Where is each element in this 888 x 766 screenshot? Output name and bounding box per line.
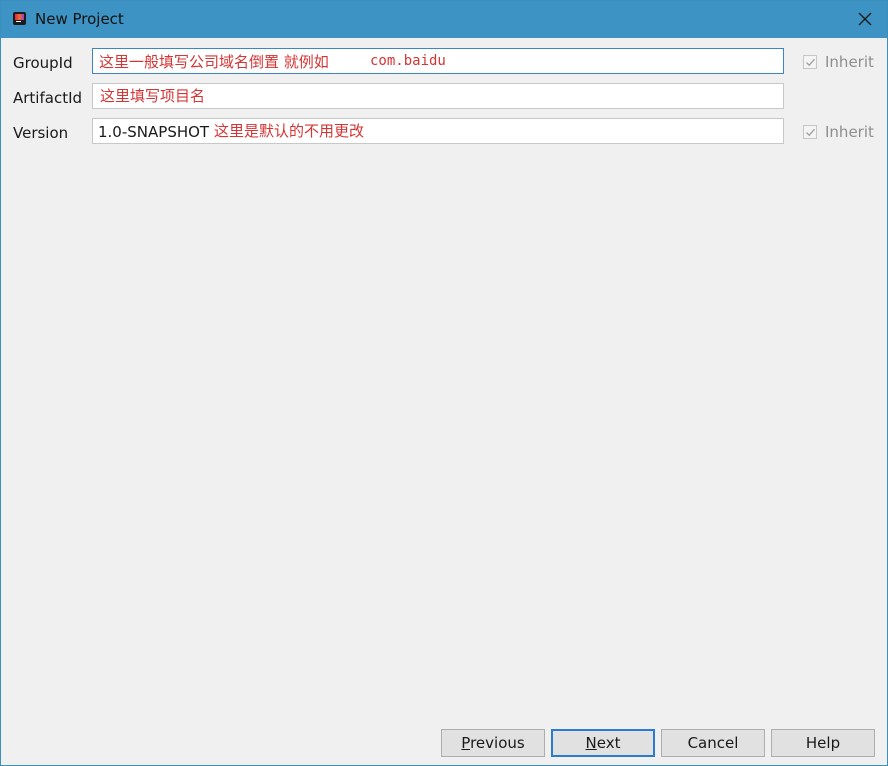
checkmark-icon	[806, 128, 816, 137]
groupid-inherit-checkbox[interactable]: Inherit	[803, 53, 874, 71]
groupid-label: GroupId	[13, 54, 73, 72]
version-row: Version 1.0-SNAPSHOT 这里是默认的不用更改 Inherit	[1, 118, 887, 146]
checkmark-icon	[806, 58, 816, 67]
version-inherit-checkbox[interactable]: Inherit	[803, 123, 874, 141]
version-annotation: 这里是默认的不用更改	[214, 122, 365, 140]
checkbox-box	[803, 125, 817, 139]
cancel-button[interactable]: Cancel	[661, 729, 765, 757]
groupid-annotation-code: com.baidu	[370, 53, 446, 69]
previous-button[interactable]: Previous	[441, 729, 545, 757]
intellij-idea-icon	[13, 12, 26, 25]
dialog-buttons: Previous Next Cancel Help	[1, 729, 887, 759]
new-project-dialog: New Project GroupId 这里一般填写公司域名倒置 就例如 com…	[0, 0, 888, 766]
close-button[interactable]	[849, 4, 881, 34]
version-value: 1.0-SNAPSHOT	[98, 123, 210, 141]
version-inherit-label: Inherit	[825, 123, 874, 141]
window-title: New Project	[35, 10, 124, 28]
groupid-row: GroupId 这里一般填写公司域名倒置 就例如 com.baidu Inher…	[1, 48, 887, 76]
title-bar[interactable]: New Project	[1, 1, 887, 38]
artifactid-annotation: 这里填写项目名	[100, 87, 206, 105]
help-button[interactable]: Help	[771, 729, 875, 757]
artifactid-row: ArtifactId 这里填写项目名	[1, 83, 887, 111]
checkbox-box	[803, 55, 817, 69]
artifactid-input[interactable]: 这里填写项目名	[92, 83, 784, 109]
groupid-input[interactable]: 这里一般填写公司域名倒置 就例如 com.baidu	[92, 48, 784, 74]
groupid-annotation: 这里一般填写公司域名倒置 就例如	[99, 53, 329, 71]
close-icon	[858, 12, 872, 26]
groupid-inherit-label: Inherit	[825, 53, 874, 71]
version-input[interactable]: 1.0-SNAPSHOT 这里是默认的不用更改	[92, 118, 784, 144]
artifactid-label: ArtifactId	[13, 89, 83, 107]
version-label: Version	[13, 124, 69, 142]
next-button[interactable]: Next	[551, 729, 655, 757]
